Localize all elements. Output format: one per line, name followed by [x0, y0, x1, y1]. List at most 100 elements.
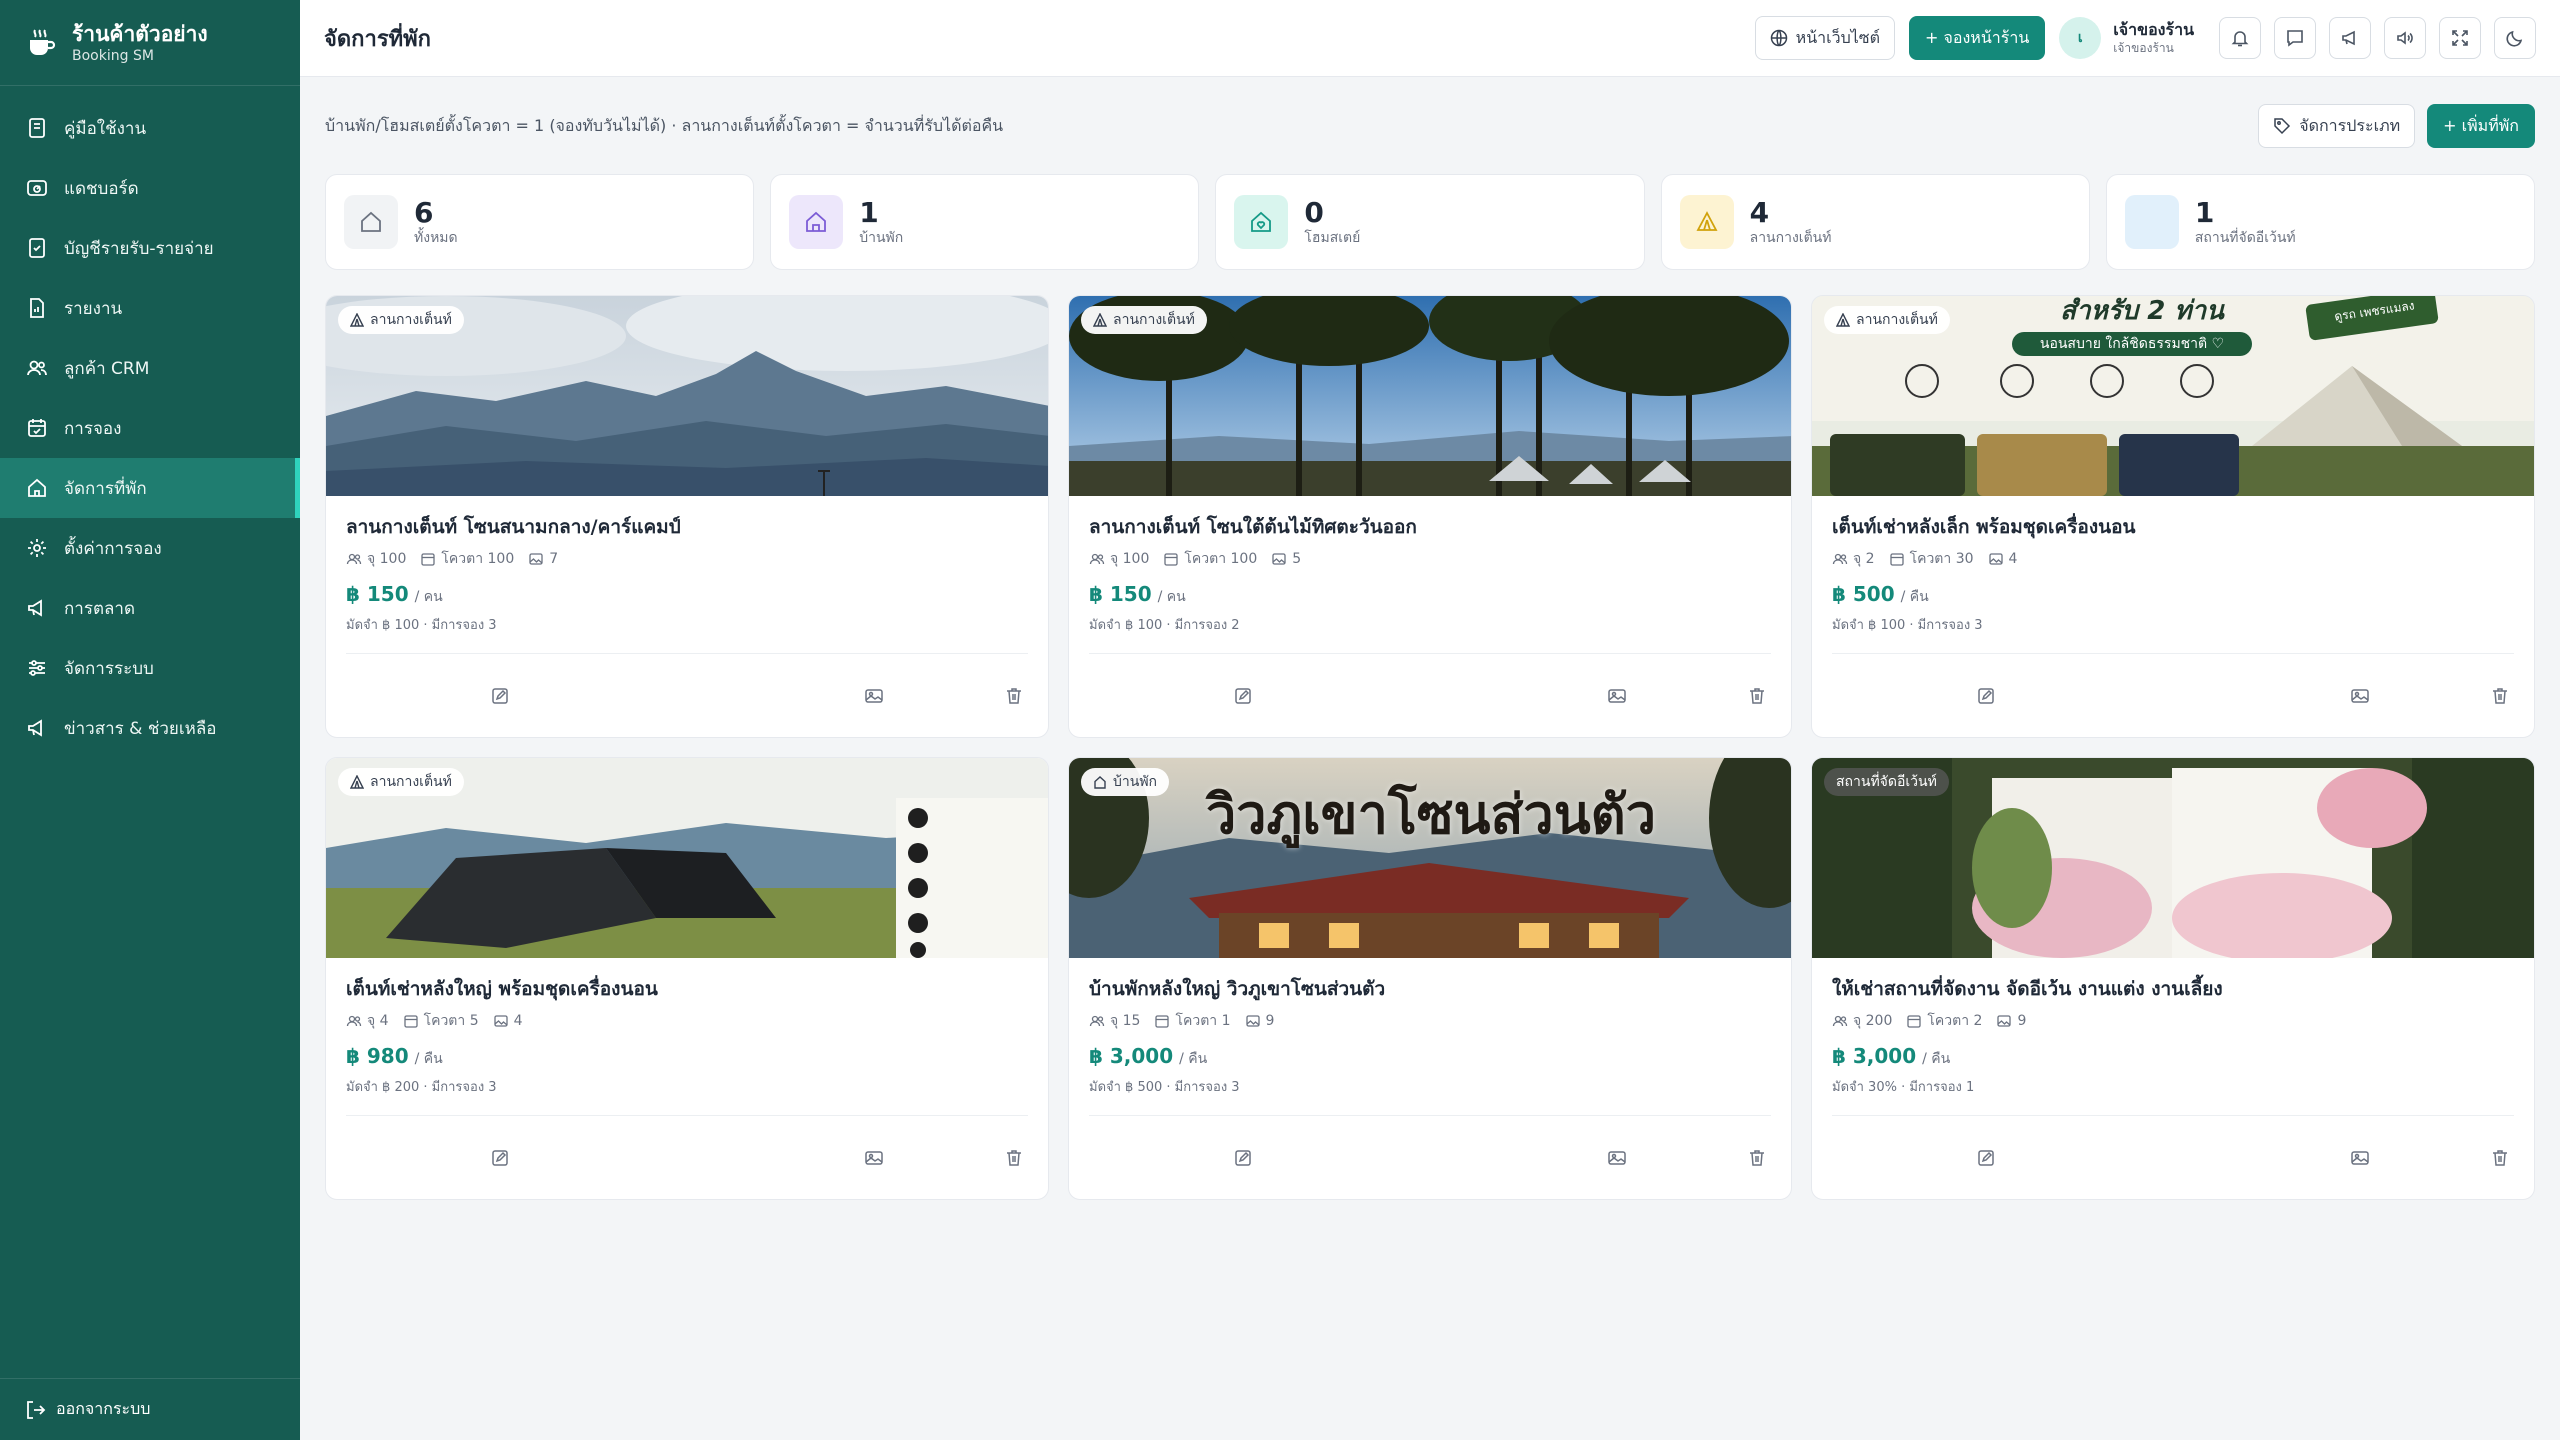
delete-button[interactable] — [1000, 682, 1028, 710]
sidebar-item-label: จัดการระบบ — [64, 658, 154, 679]
promo-headline: สำหรับ 2 ท่าน — [2060, 296, 2224, 326]
sidebar-item-crm[interactable]: ลูกค้า CRM — [0, 338, 300, 398]
sidebar-item-label: บัญชีรายรับ-รายจ่าย — [64, 238, 214, 259]
sidebar-item-dashboard[interactable]: แดชบอร์ด — [0, 158, 300, 218]
accommodation-card[interactable]: สถานที่จัดอีเว้นท์ ให้เช่าสถานที่จัดงาน … — [1811, 757, 2535, 1200]
gallery-button[interactable] — [1603, 682, 1631, 710]
edit-button[interactable] — [1972, 1144, 2000, 1172]
logout-button[interactable]: ออกจากระบบ — [0, 1378, 300, 1440]
price: ฿ 150 — [346, 582, 409, 606]
card-meta: จุ 200 โควตา 2 9 — [1832, 1010, 2514, 1032]
trash-icon — [2493, 1149, 2507, 1166]
trash-icon — [1750, 687, 1764, 704]
sidebar-item-marketing[interactable]: การตลาด — [0, 578, 300, 638]
gallery-icon — [865, 688, 883, 703]
accommodation-card[interactable]: วิวภูเขาโซนส่วนตัว บ้านพัก บ้านพักหลังให… — [1068, 757, 1792, 1200]
edit-button[interactable] — [486, 682, 514, 710]
sidebar-item-accommodation[interactable]: จัดการที่พัก — [0, 458, 300, 518]
stat-value: 0 — [1304, 196, 1324, 229]
edit-button[interactable] — [1972, 682, 2000, 710]
calendar-icon — [421, 553, 436, 566]
image-count: 7 — [549, 551, 559, 567]
sidebar-item-label: ข่าวสาร & ช่วยเหลือ — [64, 718, 217, 739]
sidebar-item-bookings[interactable]: การจอง — [0, 398, 300, 458]
chat-button[interactable] — [2274, 17, 2316, 59]
sidebar-item-booking-settings[interactable]: ตั้งค่าการจอง — [0, 518, 300, 578]
delete-button[interactable] — [2486, 1144, 2514, 1172]
card-title: ให้เช่าสถานที่จัดงาน จัดอีเว้น งานแต่ง ง… — [1832, 978, 2223, 1000]
capacity-text: จุ 2 — [1853, 551, 1875, 567]
card-image[interactable]: สำหรับ 2 ท่าน นอนสบาย ใกล้ชิดธรรมชาติ ♡ … — [1812, 296, 2534, 496]
accommodation-card[interactable]: ลานกางเต็นท์ ลานกางเต็นท์ โซนสนามกลาง/คา… — [325, 295, 1049, 738]
accommodation-card[interactable]: สำหรับ 2 ท่าน นอนสบาย ใกล้ชิดธรรมชาติ ♡ … — [1811, 295, 2535, 738]
gallery-button[interactable] — [860, 1144, 888, 1172]
website-button[interactable]: หน้าเว็บไซต์ — [1754, 16, 1896, 60]
sound-button[interactable] — [2384, 17, 2426, 59]
theme-toggle-button[interactable] — [2494, 17, 2536, 59]
accommodation-card[interactable]: ลานกางเต็นท์ เต็นท์เช่าหลังใหญ่ พร้อมชุด… — [325, 757, 1049, 1200]
capacity-text: จุ 4 — [367, 1013, 389, 1029]
card-image[interactable]: สถานที่จัดอีเว้นท์ — [1812, 758, 2534, 958]
gallery-button[interactable] — [1603, 1144, 1631, 1172]
sidebar-item-report[interactable]: รายงาน — [0, 278, 300, 338]
moon-icon — [2506, 30, 2523, 47]
accommodation-card[interactable]: ลานกางเต็นท์ ลานกางเต็นท์ โซนใต้ต้นไม้ทิ… — [1068, 295, 1792, 738]
gallery-button[interactable] — [860, 682, 888, 710]
user-name: เจ้าของร้าน — [2113, 20, 2194, 39]
walk-in-booking-button[interactable]: + จองหน้าร้าน — [1909, 16, 2046, 60]
sidebar-item-news-help[interactable]: ข่าวสาร & ช่วยเหลือ — [0, 698, 300, 758]
image-count: 5 — [1292, 551, 1302, 567]
stat-card-house[interactable]: 1 บ้านพัก — [770, 174, 1200, 270]
stat-value: 1 — [2194, 196, 2215, 229]
stat-card-event[interactable]: 1 สถานที่จัดอีเว้นท์ — [2105, 174, 2536, 270]
users-icon — [1832, 553, 1848, 565]
gallery-button[interactable] — [2346, 682, 2374, 710]
delete-button[interactable] — [2486, 682, 2514, 710]
trash-icon — [1007, 687, 1021, 704]
stat-card-homestay[interactable]: 0 โฮมสเตย์ — [1215, 174, 1645, 270]
card-image[interactable]: ลานกางเต็นท์ — [1069, 296, 1791, 496]
card-image[interactable]: ลานกางเต็นท์ — [326, 296, 1048, 496]
calendar-icon — [403, 1015, 418, 1028]
sidebar-item-label: ลูกค้า CRM — [64, 358, 150, 379]
delete-button[interactable] — [1743, 1144, 1771, 1172]
edit-icon — [492, 1149, 508, 1166]
card-title: เต็นท์เช่าหลังใหญ่ พร้อมชุดเครื่องนอน — [346, 978, 658, 1000]
gallery-icon — [865, 1150, 883, 1165]
stat-value: 6 — [414, 196, 434, 229]
image-count: 4 — [513, 1013, 523, 1029]
stat-card-camping[interactable]: 4 ลานกางเต็นท์ — [1660, 174, 2090, 270]
card-title: บ้านพักหลังใหญ่ วิวภูเขาโซนส่วนตัว — [1089, 978, 1386, 1000]
type-badge: บ้านพัก — [1081, 768, 1170, 796]
announcement-button[interactable] — [2329, 17, 2371, 59]
deposit-text: มัดจำ ฿ 200 · มีการจอง 3 — [346, 1080, 497, 1095]
card-image[interactable]: วิวภูเขาโซนส่วนตัว บ้านพัก — [1069, 758, 1791, 958]
card-actions — [346, 1115, 1028, 1199]
manage-types-button[interactable]: จัดการประเภท — [2258, 104, 2416, 148]
fullscreen-button[interactable] — [2439, 17, 2481, 59]
brand[interactable]: ร้านค้าตัวอย่าง Booking SM — [0, 0, 300, 86]
sidebar-item-guide[interactable]: คู่มือใช้งาน — [0, 98, 300, 158]
price: ฿ 3,000 — [1089, 1044, 1174, 1068]
card-actions — [1089, 1115, 1771, 1199]
promo-headline: วิวภูเขาโซนส่วนตัว — [1205, 783, 1657, 846]
edit-icon — [1235, 687, 1251, 704]
report-icon — [24, 295, 50, 321]
card-image[interactable]: ลานกางเต็นท์ — [326, 758, 1048, 958]
stat-card-total[interactable]: 6 ทั้งหมด — [325, 174, 755, 270]
notification-button[interactable] — [2219, 17, 2261, 59]
delete-button[interactable] — [1000, 1144, 1028, 1172]
promo-subline: นอนสบาย ใกล้ชิดธรรมชาติ ♡ — [2039, 336, 2225, 352]
stat-value: 1 — [859, 196, 879, 229]
edit-button[interactable] — [1229, 682, 1257, 710]
sidebar-item-system[interactable]: จัดการระบบ — [0, 638, 300, 698]
edit-button[interactable] — [486, 1144, 514, 1172]
add-accommodation-button[interactable]: + เพิ่มที่พัก — [2427, 104, 2535, 148]
type-badge-label: บ้านพัก — [1113, 774, 1158, 790]
user-menu[interactable]: เ เจ้าของร้าน เจ้าของร้าน — [2059, 17, 2194, 59]
delete-button[interactable] — [1743, 682, 1771, 710]
edit-button[interactable] — [1229, 1144, 1257, 1172]
sidebar-item-ledger[interactable]: บัญชีรายรับ-รายจ่าย — [0, 218, 300, 278]
gallery-button[interactable] — [2346, 1144, 2374, 1172]
house-icon — [1094, 776, 1106, 789]
